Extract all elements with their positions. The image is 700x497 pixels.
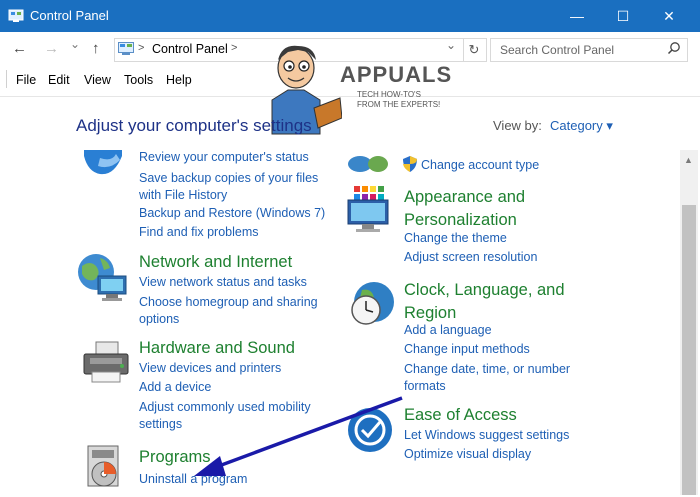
programs-icon bbox=[87, 445, 119, 487]
link-homegroup[interactable]: Choose homegroup and sharing options bbox=[139, 294, 329, 328]
link-network-status[interactable]: View network status and tasks bbox=[139, 275, 307, 289]
category-title-ease-of-access[interactable]: Ease of Access bbox=[404, 406, 517, 425]
link-screen-resolution[interactable]: Adjust screen resolution bbox=[404, 250, 537, 264]
category-title-clock[interactable]: Clock, Language, and Region bbox=[404, 279, 574, 325]
control-panel-icon bbox=[8, 9, 24, 22]
network-internet-icon bbox=[78, 254, 127, 301]
maximize-button[interactable]: ☐ bbox=[600, 0, 646, 32]
link-optimize-display[interactable]: Optimize visual display bbox=[404, 447, 531, 461]
menu-help[interactable]: Help bbox=[166, 73, 192, 87]
menu-separator bbox=[0, 96, 700, 97]
back-button[interactable]: ← bbox=[12, 40, 27, 57]
window-title: Control Panel bbox=[30, 8, 109, 23]
uac-shield-icon bbox=[403, 156, 417, 172]
link-devices-printers[interactable]: View devices and printers bbox=[139, 361, 281, 375]
view-by-label: View by: bbox=[493, 118, 542, 133]
link-file-history[interactable]: Save backup copies of your files with Fi… bbox=[139, 170, 334, 204]
refresh-button[interactable]: ↻ bbox=[462, 38, 487, 62]
close-button[interactable]: ✕ bbox=[646, 0, 692, 32]
watermark-tagline: TECH HOW-TO'S FROM THE EXPERTS! bbox=[357, 90, 441, 109]
clock-language-region-icon bbox=[351, 282, 394, 325]
appearance-icon bbox=[347, 186, 389, 232]
search-icon[interactable] bbox=[667, 41, 681, 55]
menu-tools[interactable]: Tools bbox=[124, 73, 153, 87]
annotation-arrow-icon bbox=[194, 396, 403, 476]
link-change-theme[interactable]: Change the theme bbox=[404, 231, 507, 245]
link-backup-restore[interactable]: Backup and Restore (Windows 7) bbox=[139, 206, 325, 220]
menu-view[interactable]: View bbox=[84, 73, 111, 87]
up-button[interactable]: ↑ bbox=[92, 40, 100, 57]
hardware-sound-icon bbox=[83, 341, 129, 383]
user-accounts-icon bbox=[348, 156, 388, 172]
menu-file[interactable]: File bbox=[16, 73, 36, 87]
link-change-account-type[interactable]: Change account type bbox=[421, 158, 539, 172]
breadcrumb-control-panel[interactable]: Control Panel bbox=[152, 42, 228, 56]
search-placeholder: Search Control Panel bbox=[500, 43, 615, 57]
link-date-time-formats[interactable]: Change date, time, or number formats bbox=[404, 361, 584, 395]
scroll-up-arrow-icon[interactable]: ▲ bbox=[684, 155, 693, 165]
forward-button[interactable]: → bbox=[44, 40, 59, 57]
category-title-appearance[interactable]: Appearance and Personalization bbox=[404, 186, 564, 232]
control-panel-small-icon bbox=[118, 42, 134, 55]
category-title-network[interactable]: Network and Internet bbox=[139, 253, 292, 272]
link-suggest-settings[interactable]: Let Windows suggest settings bbox=[404, 428, 569, 442]
watermark-brand: APPUALS bbox=[340, 62, 453, 87]
recent-locations-button[interactable]: ⌄ bbox=[70, 37, 80, 51]
menu-grip bbox=[6, 70, 7, 88]
scrollbar-thumb[interactable] bbox=[682, 205, 696, 495]
view-by-dropdown[interactable]: Category ▾ bbox=[550, 118, 613, 134]
menu-edit[interactable]: Edit bbox=[48, 73, 70, 87]
link-input-methods[interactable]: Change input methods bbox=[404, 342, 530, 356]
minimize-button[interactable]: — bbox=[554, 0, 600, 32]
breadcrumb-next-chevron-icon[interactable]: > bbox=[231, 42, 237, 54]
page-title: Adjust your computer's settings bbox=[76, 116, 312, 135]
address-dropdown-icon[interactable]: ⌄ bbox=[446, 38, 456, 52]
link-review-status[interactable]: Review your computer's status bbox=[139, 150, 309, 164]
system-security-icon bbox=[84, 150, 122, 175]
link-find-fix[interactable]: Find and fix problems bbox=[139, 225, 259, 239]
category-title-hardware[interactable]: Hardware and Sound bbox=[139, 339, 295, 358]
breadcrumb-chevron-icon[interactable]: > bbox=[138, 42, 144, 54]
link-add-language[interactable]: Add a language bbox=[404, 323, 492, 337]
